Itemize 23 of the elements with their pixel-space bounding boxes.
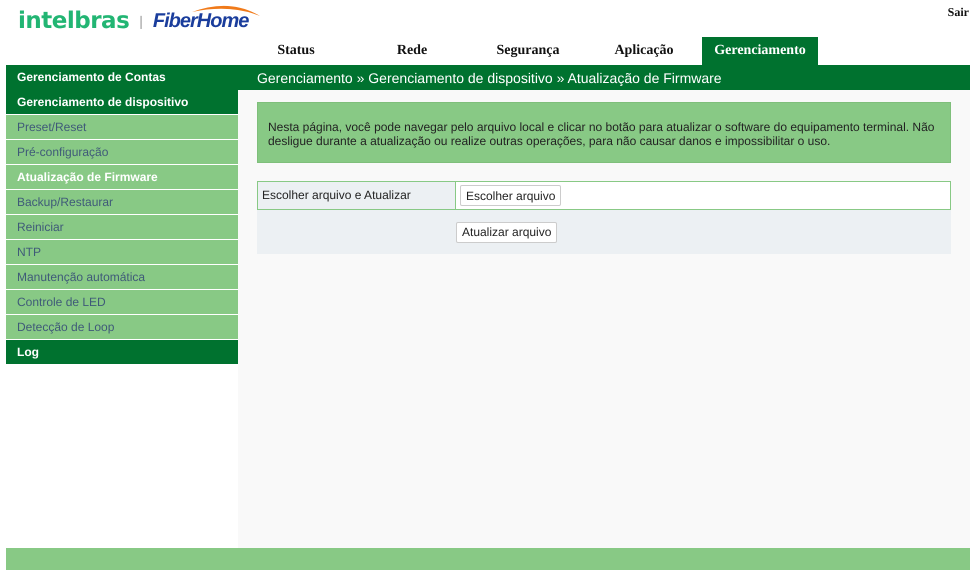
nav-tab[interactable]: Aplicação xyxy=(586,37,702,65)
sidebar-item[interactable]: Pré-configuração xyxy=(6,140,238,165)
nav-tab[interactable]: Gerenciamento xyxy=(702,37,818,65)
sidebar-item[interactable]: Backup/Restaurar xyxy=(6,190,238,215)
logo-separator: | xyxy=(139,13,143,29)
nav-tab[interactable]: Segurança xyxy=(470,37,586,65)
brand-logo: intelbras xyxy=(18,8,130,34)
nav-tab[interactable]: Rede xyxy=(354,37,470,65)
breadcrumb: Gerenciamento » Gerenciamento de dispositivo » Atualização de Firmware xyxy=(256,70,722,86)
sidebar-item[interactable]: Controle de LED xyxy=(6,290,238,315)
sidebar-item[interactable]: Detecção de Loop xyxy=(6,315,238,340)
nav-tab[interactable]: Status xyxy=(238,37,354,65)
info-notice: Nesta página, você pode navegar pelo arquivo local e clicar no botão para atualizar o software do equipamento terminal. Não desligue durante a atualização ou realize outras operações, para não causar danos e impossibilitar o uso. xyxy=(257,102,951,163)
partner-logo: FiberHome xyxy=(152,10,248,32)
sidebar-item[interactable]: Reiniciar xyxy=(6,215,238,240)
sidebar-item[interactable]: NTP xyxy=(6,240,238,265)
sidebar-item[interactable]: Manutenção automática xyxy=(6,265,238,290)
sidebar-item[interactable]: Preset/Reset xyxy=(6,115,238,140)
sidebar-item[interactable]: Gerenciamento de dispositivo xyxy=(6,90,238,115)
upload-button[interactable]: Atualizar arquivo xyxy=(456,222,558,242)
logout-link[interactable]: Sair xyxy=(948,5,969,20)
choose-file-button[interactable]: Escolher arquivo xyxy=(460,185,562,206)
sidebar-item[interactable]: Log xyxy=(6,340,238,365)
